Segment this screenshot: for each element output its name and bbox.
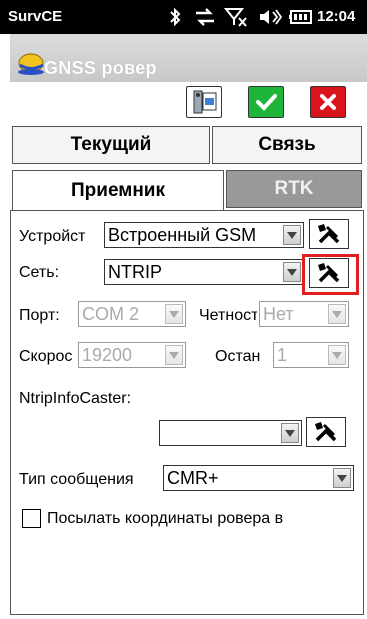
chevron-down-icon	[281, 423, 299, 443]
signal-off-icon	[223, 7, 248, 27]
chevron-down-icon	[328, 304, 346, 324]
status-app-name: SurvCE	[8, 8, 63, 25]
cancel-x-icon	[320, 94, 336, 110]
chevron-down-icon	[328, 345, 346, 365]
tab-current[interactable]: Текущий	[12, 126, 210, 164]
tools-icon	[318, 224, 340, 244]
network-label: Сеть:	[19, 264, 60, 281]
config-tool-icon	[193, 90, 217, 114]
port-select[interactable]: COM 2	[78, 301, 186, 327]
status-clock: 12:04	[317, 8, 356, 25]
volume-icon	[258, 7, 283, 27]
survce-helmet-icon	[16, 50, 46, 78]
data-sync-icon	[194, 7, 216, 27]
chevron-down-icon	[283, 225, 301, 245]
message-type-select[interactable]: CMR+	[163, 465, 354, 491]
send-coords-checkbox[interactable]	[22, 509, 41, 528]
ntrip-caster-select[interactable]	[159, 420, 302, 446]
chevron-down-icon	[333, 468, 351, 488]
network-select[interactable]: NTRIP	[104, 259, 304, 285]
tab-rtk[interactable]: RTK	[226, 170, 362, 208]
config-tool-button[interactable]	[186, 86, 222, 118]
message-type-label: Тип сообщения	[19, 471, 134, 488]
window-title: GNSS ровер	[44, 58, 157, 78]
tab-receiver[interactable]: Приемник	[12, 170, 224, 210]
ok-check-icon	[256, 94, 277, 111]
cancel-button[interactable]	[310, 86, 346, 118]
parity-value: Нет	[263, 304, 294, 324]
ntrip-caster-settings-button[interactable]	[306, 417, 346, 447]
stop-value: 1	[277, 345, 288, 365]
speed-label: Скорос	[19, 348, 73, 365]
device-settings-button[interactable]	[309, 219, 349, 249]
chevron-down-icon	[165, 304, 183, 324]
tab-link[interactable]: Связь	[212, 126, 362, 164]
battery-icon	[288, 7, 314, 27]
send-coords-label: Посылать координаты ровера в	[47, 510, 284, 527]
message-type-value: CMR+	[167, 468, 219, 488]
parity-select[interactable]: Нет	[259, 301, 349, 327]
port-value: COM 2	[82, 304, 140, 324]
chevron-down-icon	[283, 262, 301, 282]
stop-select[interactable]: 1	[273, 342, 349, 368]
port-label: Порт:	[19, 307, 60, 324]
ntrip-caster-label: NtripInfoCaster:	[19, 390, 132, 407]
network-value: NTRIP	[108, 262, 162, 282]
chevron-down-icon	[165, 345, 183, 365]
device-select[interactable]: Встроенный GSM	[104, 222, 304, 248]
tools-icon	[315, 422, 337, 442]
ok-button[interactable]	[248, 86, 284, 118]
device-label: Устройст	[19, 228, 86, 245]
network-settings-highlight	[302, 254, 359, 295]
stop-label: Останс	[215, 348, 261, 365]
bluetooth-icon	[166, 7, 184, 27]
speed-value: 19200	[82, 345, 133, 365]
parity-label: Четност	[199, 307, 257, 324]
speed-select[interactable]: 19200	[78, 342, 186, 368]
device-value: Встроенный GSM	[108, 225, 257, 245]
